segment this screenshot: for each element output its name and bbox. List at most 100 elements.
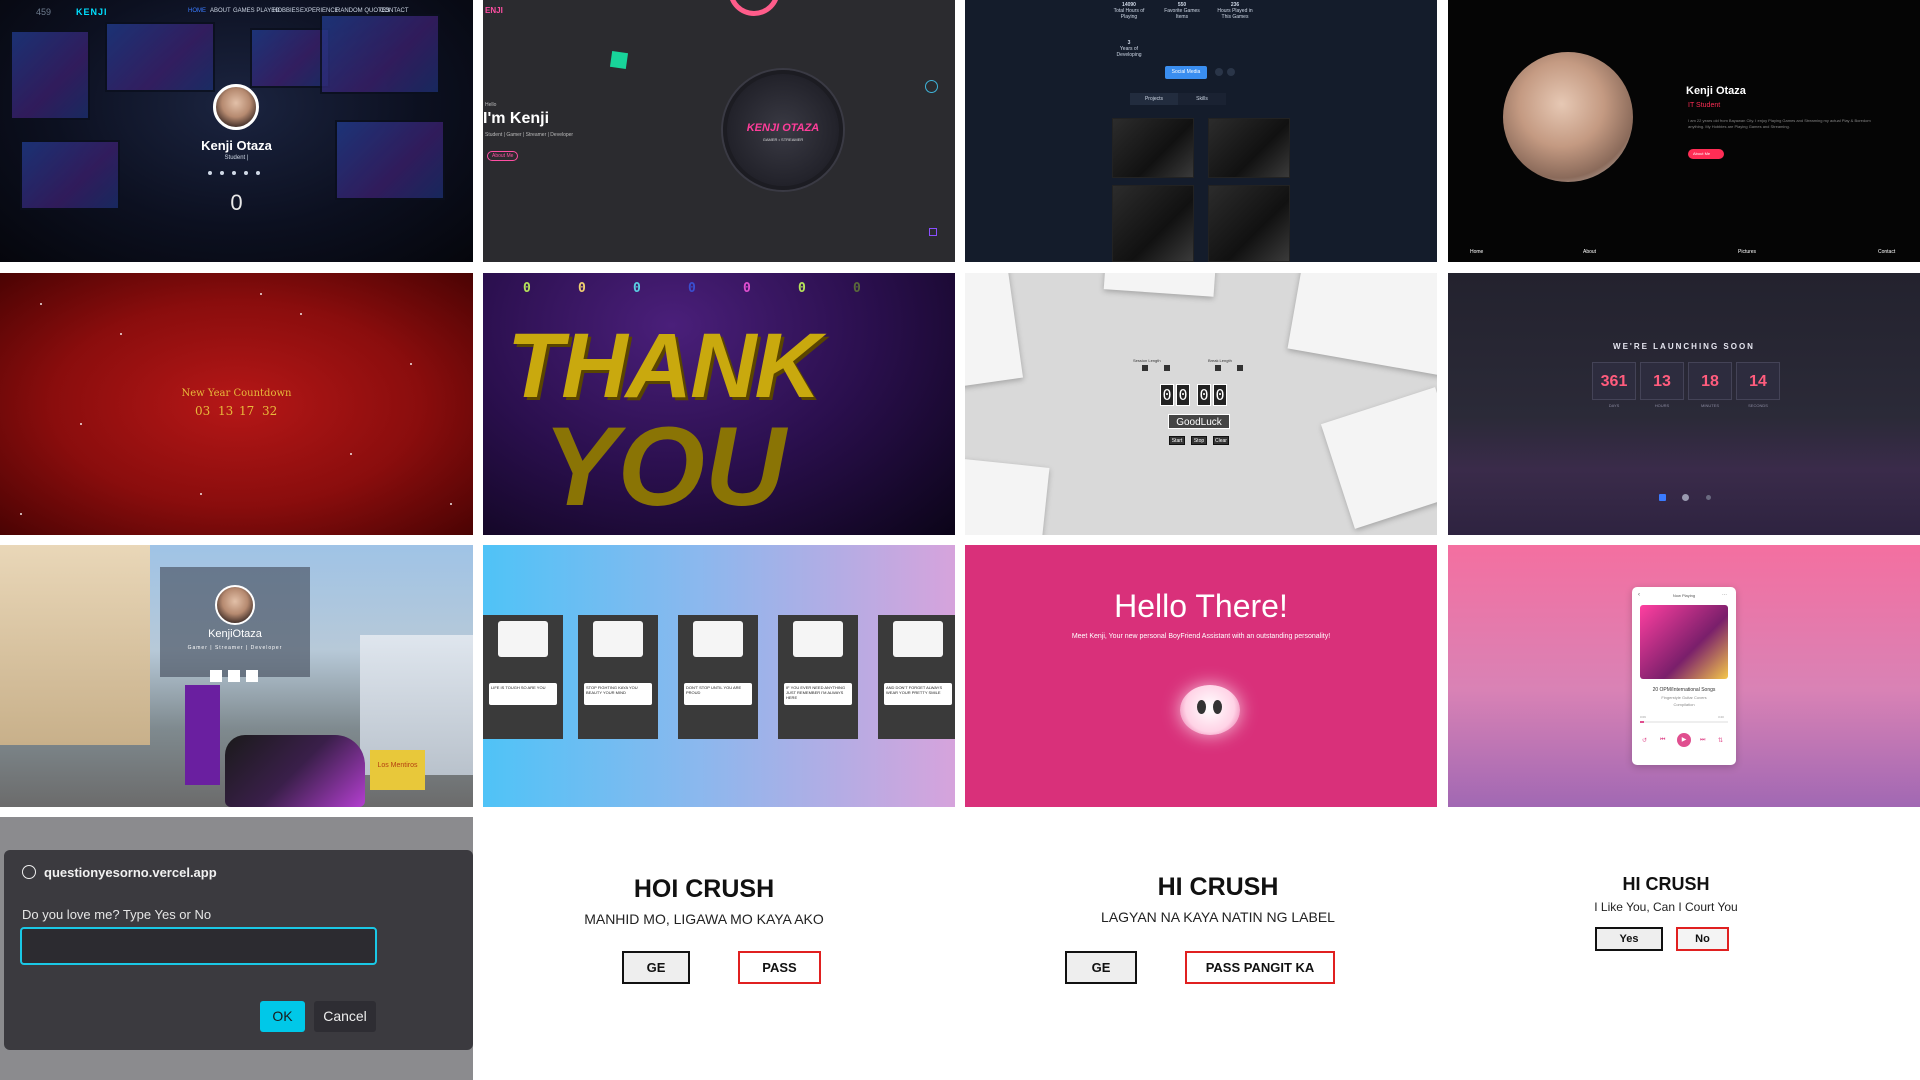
facebook-icon[interactable] (1659, 494, 1666, 501)
shuffle-icon[interactable]: ⇅ (1718, 737, 1723, 744)
hi-crush-label-tile[interactable]: HI CRUSH LAGYAN NA KAYA NATIN NG LABEL G… (965, 817, 1437, 1080)
nav-contact[interactable]: CONTACT (380, 8, 409, 14)
facebook-icon[interactable] (1215, 68, 1223, 76)
music-player-tile[interactable]: ‹ Now Playing ⋯ 20 OPM/International Son… (1448, 545, 1920, 807)
project-thumbnail[interactable] (1112, 185, 1194, 262)
stat-item: 3 Years of Developing (1116, 40, 1142, 58)
character-figure (185, 685, 220, 785)
nav-hobbies[interactable]: HOBBIES (273, 8, 300, 14)
start-button[interactable]: Start (1169, 436, 1185, 445)
answer-input[interactable] (20, 927, 377, 965)
prompt-dialog-tile[interactable]: questionyesorno.vercel.app Do you love m… (0, 817, 473, 1080)
youtube-icon[interactable] (244, 171, 248, 175)
sticker-card[interactable]: IF YOU EVER NEED ANYTHING JUST REMEMBER … (778, 615, 858, 739)
ge-button[interactable]: GE (622, 951, 690, 984)
crush-title: HI CRUSH (1157, 873, 1279, 901)
twitter-icon[interactable] (220, 171, 224, 175)
session-increment-button[interactable] (1164, 365, 1170, 371)
pass-button[interactable]: PASS PANGIT KA (1185, 951, 1335, 984)
crush-subtitle: LAGYAN NA KAYA NATIN NG LABEL (1101, 909, 1335, 925)
about-me-button[interactable]: About Me (487, 151, 519, 161)
project-thumbnail[interactable] (1208, 118, 1290, 178)
portfolio-intro-tile[interactable]: ENJI Hello I'm Kenji Student | Gamer | S… (483, 0, 955, 262)
robot-face-icon[interactable] (1180, 685, 1240, 735)
github-icon[interactable] (256, 171, 260, 175)
project-thumbnail[interactable] (1208, 185, 1290, 262)
rain-digit: 0 (743, 281, 751, 296)
cancel-button[interactable]: Cancel (314, 1001, 376, 1032)
avatar (213, 84, 259, 130)
background-monitor (105, 22, 215, 92)
sticker-image (498, 621, 548, 657)
link-icon[interactable] (1706, 495, 1711, 500)
stop-button[interactable]: Stop (1191, 436, 1207, 445)
footer-contact[interactable]: Contact (1878, 249, 1895, 255)
thank-you-tile[interactable]: 0 0 0 0 0 0 0 THANK YOU (483, 273, 955, 535)
ge-button[interactable]: GE (1065, 951, 1137, 984)
nav-about[interactable]: ABOUT (210, 8, 231, 14)
timer-digit: 0 (1176, 384, 1190, 406)
clear-button[interactable]: Clear (1213, 436, 1229, 445)
rain-digit: 0 (523, 281, 531, 296)
headline: I'm Kenji (483, 110, 550, 127)
nav-experience[interactable]: EXPERIENCE (300, 8, 339, 14)
footer-about[interactable]: About (1583, 249, 1596, 255)
brand-logo[interactable]: ENJI (485, 6, 503, 15)
tab-projects[interactable]: Projects (1130, 93, 1178, 105)
play-button[interactable]: ▶ (1677, 733, 1691, 747)
sticker-cards-tile[interactable]: LIFE IS TOUGH SO ARE YOU STOP FIGHTING K… (483, 545, 955, 807)
background-monitor (10, 30, 90, 120)
about-me-button[interactable]: About Me (1688, 149, 1725, 159)
logo-text: KENJI OTAZA (746, 122, 820, 134)
launching-soon-tile[interactable]: WE'RE LAUNCHING SOON 361 13 18 14 DAYS H… (1448, 273, 1920, 535)
github-icon[interactable] (1227, 68, 1235, 76)
pass-button[interactable]: PASS (738, 951, 821, 984)
nav-home[interactable]: HOME (188, 8, 206, 14)
sticker-card[interactable]: LIFE IS TOUGH SO ARE YOU (483, 615, 563, 739)
hello-there-tile[interactable]: Hello There! Meet Kenji, Your new person… (965, 545, 1437, 807)
sticker-image (693, 621, 743, 657)
portfolio-home-tile[interactable]: 459 KENJI HOME ABOUT GAMES PLAYED HOBBIE… (0, 0, 473, 262)
ok-button[interactable]: OK (260, 1001, 305, 1032)
paper-decoration (1287, 273, 1437, 377)
globe-icon (22, 865, 36, 879)
new-year-countdown-tile[interactable]: New Year Countdown 03 13 17 32 (0, 273, 473, 535)
you-heading: YOU (543, 404, 786, 529)
gta-profile-tile[interactable]: KenjiOtaza Gamer | Streamer | Developer … (0, 545, 473, 807)
brand-logo[interactable]: KENJI (76, 7, 108, 17)
sticker-card[interactable]: DON'T STOP UNTIL YOU ARE PROUD (678, 615, 758, 739)
about-tile[interactable]: Kenji Otaza IT Student I am 22 years old… (1448, 0, 1920, 262)
progress-bar[interactable] (1640, 721, 1728, 723)
tab-skills[interactable]: Skills (1178, 93, 1226, 105)
hoi-crush-tile[interactable]: HOI CRUSH MANHID MO, LIGAWA MO KAYA AKO … (483, 817, 955, 1080)
twitter-icon[interactable] (228, 670, 240, 682)
previous-icon[interactable]: ⏮ (1660, 737, 1665, 744)
sticker-card[interactable]: STOP FIGHTING KAYA YOU BEAUTY YOUR MIND (578, 615, 658, 739)
social-media-button[interactable]: Social Media (1165, 66, 1207, 79)
facebook-icon[interactable] (208, 171, 212, 175)
repeat-icon[interactable]: ↺ (1642, 737, 1647, 744)
instagram-icon[interactable] (232, 171, 236, 175)
dialog-question: Do you love me? Type Yes or No (22, 907, 212, 922)
hi-crush-court-tile[interactable]: HI CRUSH I Like You, Can I Court You Yes… (1448, 817, 1920, 1080)
stat-item: 550 Favorite Games Items (1164, 2, 1200, 20)
stats-tile[interactable]: 14090 Total Hours of Playing 550 Favorite … (965, 0, 1437, 262)
profile-bio: I am 22 years old from Bayawan City. I e… (1688, 118, 1871, 129)
github-icon[interactable] (1682, 494, 1689, 501)
session-decrement-button[interactable] (1142, 365, 1148, 371)
no-button[interactable]: No (1676, 927, 1729, 951)
facebook-icon[interactable] (210, 670, 222, 682)
paper-decoration (965, 273, 1024, 388)
logo-subtext: GAMER • STREAMER (762, 137, 804, 142)
next-icon[interactable]: ⏭ (1700, 737, 1705, 744)
project-thumbnail[interactable] (1112, 118, 1194, 178)
more-icon[interactable]: ⋯ (1722, 592, 1727, 598)
pomodoro-tile[interactable]: Session Length Break Length 0 0 0 0 Good… (965, 273, 1437, 535)
youtube-icon[interactable] (246, 670, 258, 682)
sticker-card[interactable]: AND DON'T FORGET ALWAYS WEAR YOUR PRETTY… (878, 615, 955, 739)
footer-pictures[interactable]: Pictures (1738, 249, 1756, 255)
yes-button[interactable]: Yes (1595, 927, 1663, 951)
break-increment-button[interactable] (1237, 365, 1243, 371)
footer-home[interactable]: Home (1470, 249, 1483, 255)
break-decrement-button[interactable] (1215, 365, 1221, 371)
